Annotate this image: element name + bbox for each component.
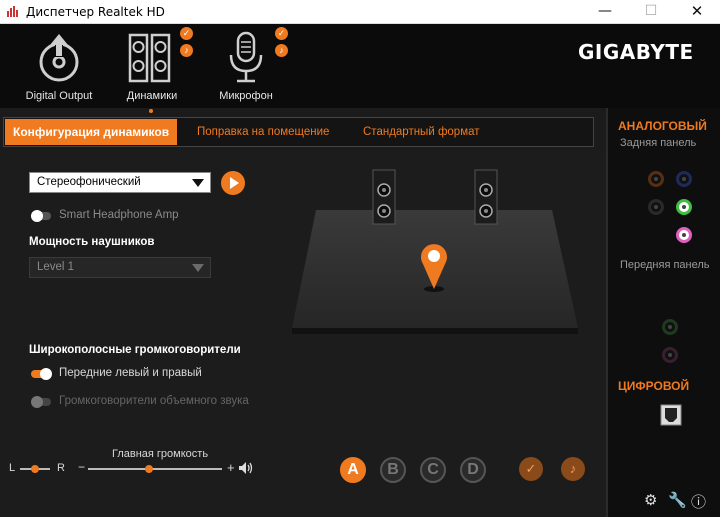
connector-badge-icon: ♪ <box>180 44 193 57</box>
front-panel-label: Передняя панель <box>620 259 710 271</box>
speaker-stage <box>292 169 578 334</box>
volume-minus-icon: − <box>78 460 86 474</box>
gigabyte-logo: GIGABYTE <box>578 40 694 64</box>
analog-heading: АНАЛОГОВЫЙ <box>618 119 707 133</box>
balance-left-label: L <box>9 462 16 474</box>
microphone-icon <box>229 31 263 83</box>
device-label-speakers: Динамики <box>126 90 178 102</box>
check-badge-icon: ✓ <box>180 27 193 40</box>
app-icon <box>7 6 18 17</box>
window-title: Диспетчер Realtek HD <box>26 5 165 19</box>
front-lr-label: Передние левый и правый <box>59 367 202 379</box>
device-microphone[interactable]: Микрофон ✓ ♪ <box>205 24 288 108</box>
smart-headphone-toggle[interactable] <box>31 210 51 222</box>
title-bar: Диспетчер Realtek HD — ☐ ✕ <box>0 0 720 24</box>
wideband-speakers-label: Широкополосные громкоговорители <box>29 344 241 356</box>
wrench-icon[interactable]: 🔧 <box>668 491 687 509</box>
jack-green-icon[interactable] <box>676 199 692 215</box>
jack-front-pink-icon[interactable] <box>662 347 678 363</box>
check-icon[interactable]: ✓ <box>519 457 543 481</box>
jack-black-icon[interactable] <box>648 199 664 215</box>
balance-right-label: R <box>57 462 65 474</box>
surround-toggle[interactable] <box>31 396 51 408</box>
chevron-down-icon <box>192 264 204 272</box>
stage-platform-edge <box>292 328 578 334</box>
maximize-button[interactable]: ☐ <box>628 0 674 24</box>
connector-badge-icon: ♪ <box>275 44 288 57</box>
headphone-level-value: Level 1 <box>37 261 75 273</box>
back-panel-label: Задняя панель <box>620 137 697 149</box>
tab-room-correction[interactable]: Поправка на помещение <box>197 121 329 144</box>
front-lr-toggle[interactable] <box>31 368 52 380</box>
device-speakers[interactable]: Динамики ✓ ♪ <box>115 24 193 108</box>
gear-icon[interactable]: ⚙ <box>644 491 657 509</box>
main-volume-slider[interactable] <box>88 468 222 470</box>
headphone-level-dropdown[interactable]: Level 1 <box>29 257 211 278</box>
tab-speaker-config[interactable]: Конфигурация динамиков <box>5 119 178 145</box>
left-speaker-icon[interactable] <box>372 169 396 225</box>
output-a-button[interactable]: A <box>340 457 366 483</box>
tab-bar: Конфигурация динамиков Поправка на помещ… <box>3 117 594 147</box>
minimize-button[interactable]: — <box>582 0 628 24</box>
selected-device-indicator <box>149 109 153 113</box>
optical-port-icon[interactable] <box>660 404 682 426</box>
panel-divider <box>606 108 608 517</box>
speakers-icon <box>128 33 171 83</box>
device-label-microphone: Микрофон <box>219 90 273 102</box>
device-label-digital: Digital Output <box>25 90 93 102</box>
realtek-window: Диспетчер Realtek HD — ☐ ✕ Digital Outpu… <box>0 0 720 517</box>
chevron-down-icon <box>192 179 204 187</box>
close-button[interactable]: ✕ <box>674 0 720 24</box>
play-test-button[interactable] <box>221 171 245 195</box>
jack-pink-icon[interactable] <box>676 227 692 243</box>
connector-panel <box>608 108 720 517</box>
output-d-button[interactable]: D <box>460 457 486 483</box>
speaker-config-dropdown[interactable]: Стереофонический <box>29 172 211 193</box>
surround-label: Громкоговорители объемного звука <box>59 395 249 407</box>
output-b-button[interactable]: B <box>380 457 406 483</box>
main-volume-label: Главная громкость <box>112 448 209 460</box>
right-speaker-icon[interactable] <box>474 169 498 225</box>
digital-output-icon <box>39 34 79 82</box>
toggle-knob <box>40 368 52 380</box>
speaker-config-value: Стереофонический <box>37 176 141 188</box>
device-bar: Digital Output Динамики ✓ ♪ Микрофон ✓ ♪… <box>0 24 720 108</box>
main-volume-knob[interactable] <box>145 465 153 473</box>
balance-slider-knob[interactable] <box>31 465 39 473</box>
digital-heading: ЦИФРОВОЙ <box>618 379 690 393</box>
volume-plus-icon: + <box>227 460 235 475</box>
tab-default-format[interactable]: Стандартный формат <box>363 121 480 144</box>
headphone-power-label: Мощность наушников <box>29 236 155 248</box>
toggle-knob <box>31 210 43 222</box>
speaker-volume-icon[interactable] <box>238 461 256 475</box>
toggle-knob <box>31 396 43 408</box>
smart-headphone-label: Smart Headphone Amp <box>59 209 179 221</box>
jack-front-green-icon[interactable] <box>662 319 678 335</box>
jack-blue-icon[interactable] <box>676 171 692 187</box>
jack-orange-icon[interactable] <box>648 171 664 187</box>
check-badge-icon: ✓ <box>275 27 288 40</box>
info-icon[interactable]: ⓘ <box>691 491 706 512</box>
device-digital-output[interactable]: Digital Output <box>18 24 100 108</box>
output-c-button[interactable]: C <box>420 457 446 483</box>
connector-icon[interactable]: ♪ <box>561 457 585 481</box>
